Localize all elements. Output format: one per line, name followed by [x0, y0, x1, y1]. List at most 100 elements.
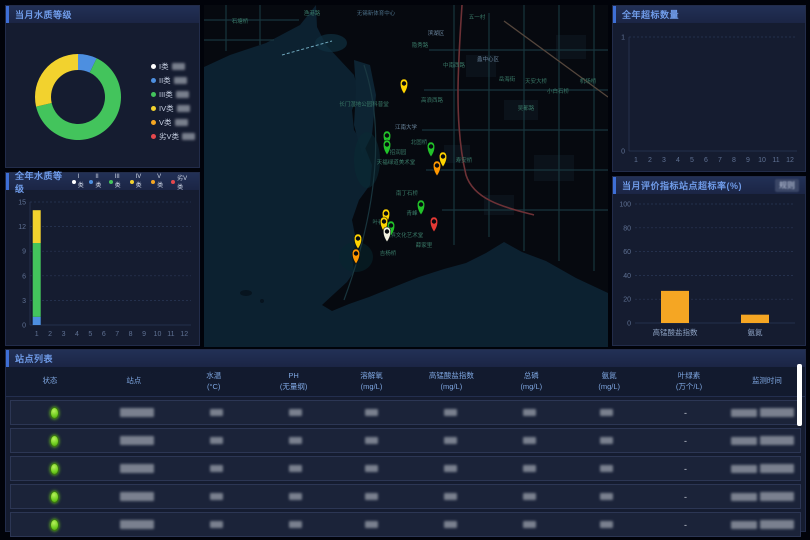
stacked-bar-III类[interactable]: [33, 243, 41, 317]
panel-title: 当月评价指标站点超标率(%): [622, 179, 742, 192]
status-indicator: [50, 519, 59, 531]
legend-item[interactable]: II类: [151, 75, 195, 86]
value-redacted: [523, 437, 536, 444]
rate-bar-高锰酸盐指数[interactable]: [661, 291, 689, 323]
svg-text:40: 40: [623, 273, 631, 280]
map-label: 岳海街: [499, 75, 516, 83]
legend-dot: [109, 180, 113, 184]
legend-item[interactable]: I类: [72, 174, 86, 189]
status-indicator: [50, 463, 59, 475]
column-header-7: 总磷(mg/L): [493, 371, 569, 391]
table-scrollbar[interactable]: [797, 364, 802, 426]
svg-text:9: 9: [22, 249, 26, 256]
svg-text:9: 9: [746, 157, 750, 164]
rules-button[interactable]: 规则: [775, 179, 799, 192]
value-redacted: [289, 493, 302, 500]
panel-title-bar: 全年水质等级 I类II类III类IV类V类劣V类: [6, 173, 199, 190]
map-label: 青峰: [406, 209, 418, 217]
legend-label: II类: [159, 75, 171, 86]
chlorophyll-value: -: [684, 520, 687, 530]
value-redacted: [523, 493, 536, 500]
map-label: 北固桥: [411, 138, 428, 146]
time-redacted: [731, 409, 757, 417]
map-label: 石塘桥: [232, 17, 249, 25]
map-label: 招润园: [390, 148, 407, 156]
legend-item[interactable]: II类: [89, 174, 104, 189]
station-name-redacted: [120, 464, 154, 473]
value-redacted: [444, 409, 457, 416]
map-label: 长门湿地公园科普堂: [339, 100, 389, 108]
legend-item[interactable]: III类: [109, 174, 126, 189]
legend-item[interactable]: III类: [151, 89, 195, 100]
map[interactable]: 石塘桥渔港路无锡新体育中心隐秀路滨湖区中南西路五一村蠡中心区岳海街天安大桥机场桥…: [204, 5, 608, 347]
map-label: 江南大学: [395, 123, 418, 131]
svg-text:6: 6: [102, 331, 106, 338]
panel-title-bar: 当月评价指标站点超标率(%) 规则: [613, 177, 805, 194]
legend-value-redacted: [176, 91, 189, 98]
donut-slice-IV类[interactable]: [35, 54, 78, 107]
map-label: 无锡新体育中心: [357, 9, 396, 17]
svg-text:3: 3: [662, 157, 666, 164]
svg-text:15: 15: [18, 200, 26, 207]
map-label: 薛家里: [416, 241, 433, 249]
legend-item[interactable]: V类: [151, 174, 167, 189]
legend-item[interactable]: 劣V类: [151, 131, 195, 142]
chlorophyll-value: -: [684, 408, 687, 418]
value-redacted: [289, 521, 302, 528]
svg-text:0: 0: [621, 149, 625, 156]
stacked-bar-II类[interactable]: [33, 317, 41, 325]
value-redacted: [523, 409, 536, 416]
time-redacted: [760, 408, 794, 417]
value-redacted: [600, 521, 613, 528]
value-redacted: [600, 409, 613, 416]
column-header-9: 叶绿素(万个/L): [649, 371, 729, 391]
legend-label: V类: [159, 117, 172, 128]
time-redacted: [731, 493, 757, 501]
panel-year-exceed-count: 全年超标数量 01123456789101112: [612, 5, 806, 172]
map-label: 寿安桥: [456, 156, 473, 164]
rate-bar-氨氮[interactable]: [741, 315, 769, 323]
time-redacted: [760, 436, 794, 445]
legend-item[interactable]: IV类: [151, 103, 195, 114]
legend-label: III类: [159, 89, 173, 100]
status-indicator: [50, 407, 59, 419]
svg-text:4: 4: [75, 331, 79, 338]
station-name-redacted: [120, 408, 154, 417]
map-label: 高浪西路: [421, 96, 444, 104]
table-row[interactable]: -: [10, 428, 801, 453]
svg-text:10: 10: [758, 157, 766, 164]
svg-text:100: 100: [619, 202, 631, 209]
panel-title: 全年超标数量: [622, 8, 679, 21]
column-header-5: 溶解氧(mg/L): [334, 371, 410, 391]
value-redacted: [600, 437, 613, 444]
status-indicator: [50, 491, 59, 503]
legend-label: I类: [159, 61, 169, 72]
value-redacted: [210, 465, 223, 472]
svg-text:9: 9: [142, 331, 146, 338]
legend-item[interactable]: V类: [151, 117, 195, 128]
legend-dot: [72, 180, 76, 184]
svg-text:3: 3: [62, 331, 66, 338]
legend-item[interactable]: IV类: [130, 174, 148, 189]
legend-item[interactable]: 劣V类: [171, 173, 193, 191]
table-row[interactable]: -: [10, 456, 801, 481]
table-row[interactable]: -: [10, 512, 801, 537]
svg-text:12: 12: [180, 331, 188, 338]
legend-dot: [89, 180, 93, 184]
map-label: 蠡中心区: [477, 55, 500, 63]
table-body: - - - - -: [6, 400, 805, 537]
stacked-bar-IV类[interactable]: [33, 210, 41, 243]
legend-item[interactable]: I类: [151, 61, 195, 72]
chlorophyll-value: -: [684, 436, 687, 446]
column-header-2: 站点: [94, 376, 174, 386]
map-island: [240, 290, 252, 296]
svg-text:12: 12: [18, 224, 26, 231]
value-redacted: [289, 465, 302, 472]
value-redacted: [210, 409, 223, 416]
table-row[interactable]: -: [10, 400, 801, 425]
table-row[interactable]: -: [10, 484, 801, 509]
value-redacted: [523, 465, 536, 472]
svg-text:7: 7: [718, 157, 722, 164]
legend-label: 劣V类: [159, 131, 179, 142]
svg-text:5: 5: [690, 157, 694, 164]
